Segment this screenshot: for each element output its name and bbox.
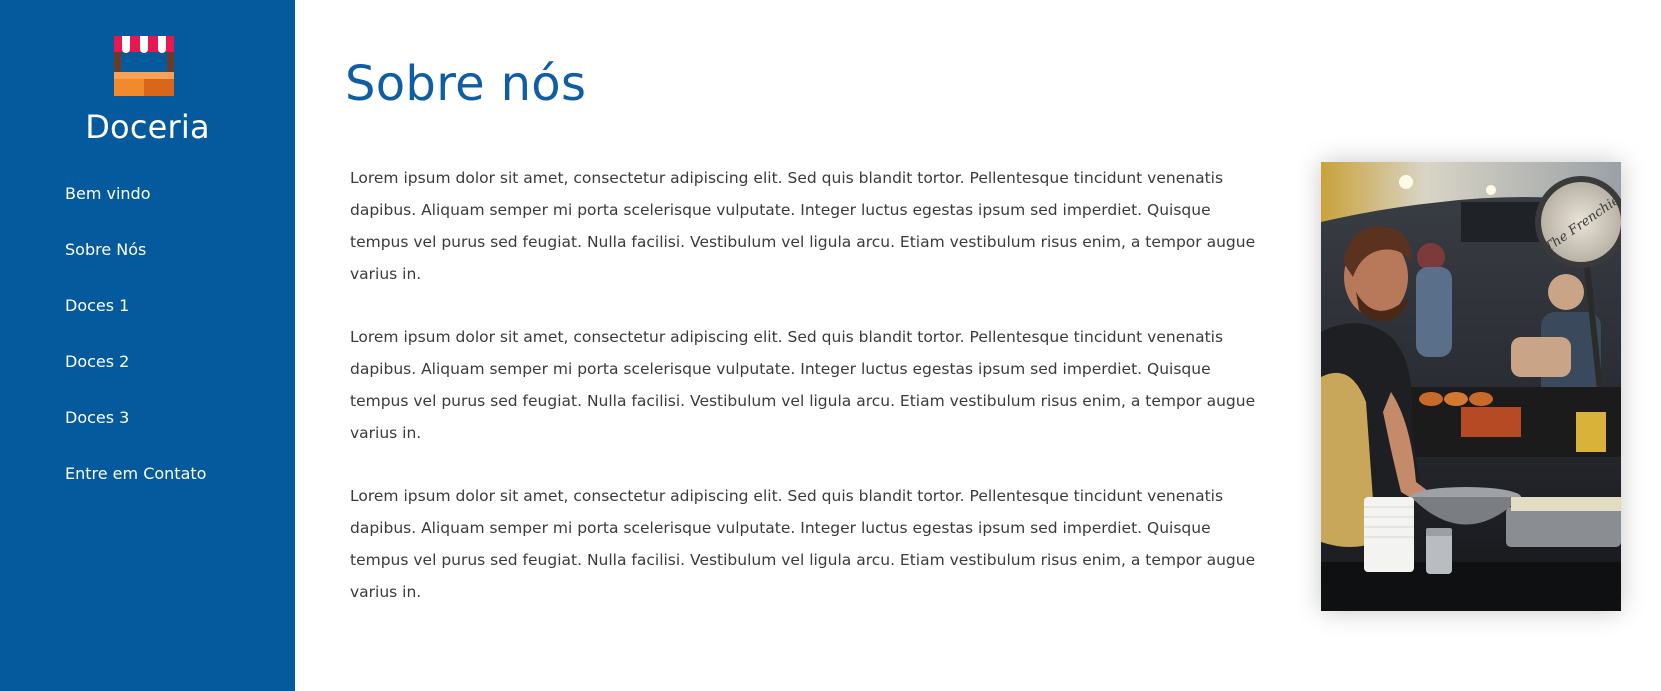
- nav-item-doces-1[interactable]: Doces 1: [65, 295, 206, 351]
- nav-item-bem-vindo[interactable]: Bem vindo: [65, 183, 206, 239]
- market-vendor-photo: The Frenchie: [1321, 162, 1621, 611]
- main-content: Sobre nós Lorem ipsum dolor sit amet, co…: [295, 0, 1661, 691]
- paragraph: Lorem ipsum dolor sit amet, consectetur …: [350, 328, 1256, 442]
- nav-item-contato[interactable]: Entre em Contato: [65, 463, 206, 519]
- nav-item-doces-2[interactable]: Doces 2: [65, 351, 206, 407]
- brand-name: Doceria: [85, 108, 210, 146]
- nav-item-sobre-nos[interactable]: Sobre Nós: [65, 239, 206, 295]
- paragraph: Lorem ipsum dolor sit amet, consectetur …: [350, 169, 1256, 283]
- nav-item-doces-3[interactable]: Doces 3: [65, 407, 206, 463]
- market-stall-icon: [114, 36, 174, 96]
- about-text: Lorem ipsum dolor sit amet, consectetur …: [350, 162, 1270, 639]
- sidebar: Doceria Bem vindo Sobre Nós Doces 1 Doce…: [0, 0, 295, 691]
- page-title: Sobre nós: [345, 56, 587, 112]
- about-photo: The Frenchie: [1321, 162, 1621, 611]
- sidebar-nav: Bem vindo Sobre Nós Doces 1 Doces 2 Doce…: [65, 183, 206, 519]
- paragraph: Lorem ipsum dolor sit amet, consectetur …: [350, 487, 1256, 601]
